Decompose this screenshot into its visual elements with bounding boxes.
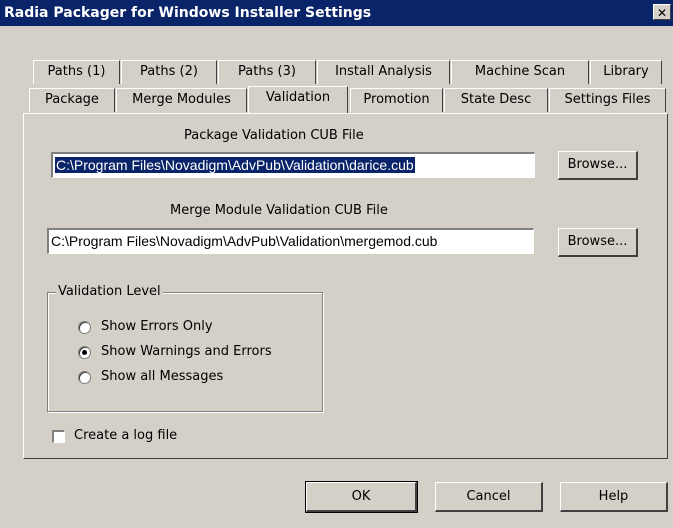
package-browse-button[interactable]: Browse...	[558, 151, 638, 180]
ok-button[interactable]: OK	[305, 481, 418, 513]
tab-settings-files[interactable]: Settings Files	[549, 88, 666, 112]
window-title: Radia Packager for Windows Installer Set…	[4, 5, 372, 21]
tab-paths-1[interactable]: Paths (1)	[33, 60, 120, 84]
validation-panel: Package Validation CUB File C:\Program F…	[23, 113, 668, 459]
radio-errors-only-button[interactable]	[78, 321, 91, 334]
radio-errors-only[interactable]: Show Errors Only	[78, 319, 278, 337]
log-file-label: Create a log file	[74, 428, 178, 443]
tab-promotion[interactable]: Promotion	[350, 88, 443, 112]
radio-warnings-errors-label: Show Warnings and Errors	[101, 344, 272, 359]
tab-machine-scan[interactable]: Machine Scan	[451, 60, 589, 84]
validation-level-label: Validation Level	[56, 284, 163, 299]
package-cub-field[interactable]: C:\Program Files\Novadigm\AdvPub\Validat…	[51, 152, 535, 178]
tab-library[interactable]: Library	[590, 60, 662, 84]
merge-cub-label: Merge Module Validation CUB File	[170, 203, 388, 218]
tab-state-desc[interactable]: State Desc	[444, 88, 548, 112]
package-cub-label: Package Validation CUB File	[184, 128, 364, 143]
radio-all-messages-button[interactable]	[78, 371, 91, 384]
merge-cub-field[interactable]: C:\Program Files\Novadigm\AdvPub\Validat…	[47, 228, 534, 254]
cancel-button[interactable]: Cancel	[435, 482, 543, 512]
tab-package[interactable]: Package	[29, 88, 115, 112]
radio-errors-only-label: Show Errors Only	[101, 319, 213, 334]
merge-browse-button[interactable]: Browse...	[558, 228, 638, 257]
tab-paths-2[interactable]: Paths (2)	[121, 60, 217, 84]
close-icon[interactable]: ✕	[653, 4, 671, 20]
tab-validation[interactable]: Validation	[248, 86, 348, 113]
package-cub-value: C:\Program Files\Novadigm\AdvPub\Validat…	[55, 157, 415, 173]
radio-warnings-errors-button[interactable]	[78, 346, 91, 359]
radio-all-messages[interactable]: Show all Messages	[78, 369, 278, 387]
log-file-checkbox-row[interactable]: Create a log file	[52, 428, 212, 446]
log-file-checkbox[interactable]	[52, 430, 65, 443]
help-button[interactable]: Help	[560, 482, 668, 512]
validation-level-group: Validation Level Show Errors Only Show W…	[47, 284, 323, 412]
tab-merge-modules[interactable]: Merge Modules	[116, 88, 247, 112]
title-bar: Radia Packager for Windows Installer Set…	[0, 0, 673, 26]
radio-warnings-errors[interactable]: Show Warnings and Errors	[78, 344, 308, 362]
radio-all-messages-label: Show all Messages	[101, 369, 224, 384]
tab-install-analysis[interactable]: Install Analysis	[317, 60, 450, 84]
tab-paths-3[interactable]: Paths (3)	[218, 60, 316, 84]
